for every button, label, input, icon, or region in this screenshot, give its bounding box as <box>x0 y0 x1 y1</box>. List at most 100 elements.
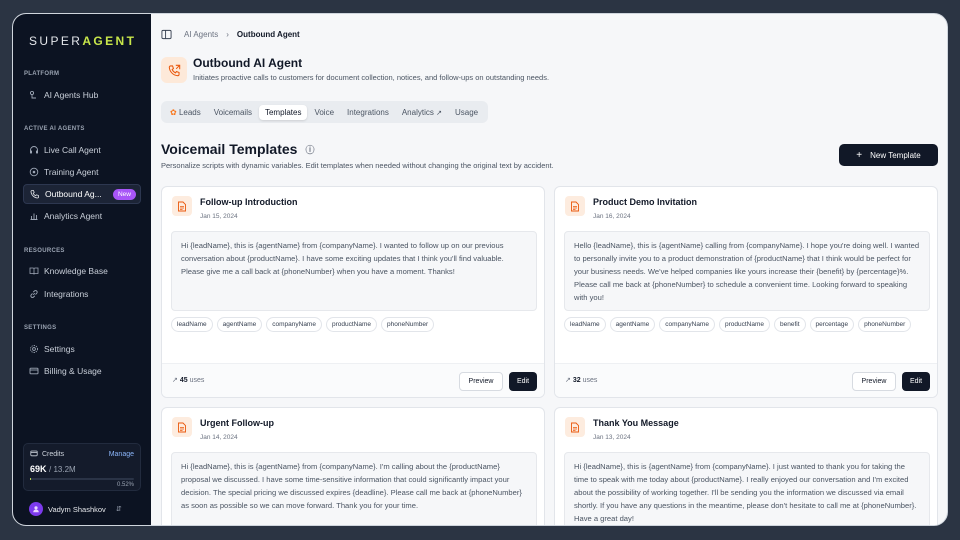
sidebar-item-live-call-agent[interactable]: Live Call Agent <box>23 140 141 160</box>
phone-outgoing-icon <box>161 57 187 83</box>
template-card: Product Demo Invitation Jan 16, 2024 Hel… <box>554 186 938 398</box>
external-link-icon: ↗ <box>436 109 442 117</box>
variable-chip: companyName <box>266 317 322 332</box>
chevron-right-icon: › <box>226 30 229 39</box>
sidebar-item-label: Training Agent <box>44 167 99 177</box>
preview-button[interactable]: Preview <box>459 372 503 391</box>
sidebar-item-label: Live Call Agent <box>44 145 101 155</box>
phone-outgoing-icon <box>30 189 40 199</box>
variable-chip: leadName <box>564 317 606 332</box>
document-icon <box>172 417 192 437</box>
app-window: SUPERAGENT PLATFORM AI Agents Hub ACTIVE… <box>12 13 948 526</box>
trending-up-icon: ↗ <box>172 377 178 384</box>
sidebar-item-settings[interactable]: Settings <box>23 339 141 359</box>
tab-analytics[interactable]: Analytics ↗ <box>396 105 448 120</box>
template-body: Hi {leadName}, this is {agentName} from … <box>171 452 537 525</box>
main-content: AI Agents › Outbound Agent Outbound AI A… <box>151 14 947 525</box>
usage-count: ↗ 32 uses <box>565 377 598 384</box>
gear-icon <box>29 344 39 354</box>
variable-chips: leadName agentName companyName productNa… <box>564 317 934 338</box>
brand-logo[interactable]: SUPERAGENT <box>29 34 136 48</box>
credits-progress <box>30 478 134 480</box>
plus-icon: + <box>856 149 863 161</box>
link-icon <box>29 289 39 299</box>
sidebar-item-outbound-agent[interactable]: Outbound Ag... New <box>23 184 141 204</box>
book-icon <box>29 266 39 276</box>
tab-voicemails[interactable]: Voicemails <box>208 105 258 120</box>
sidebar-item-label: Integrations <box>44 289 89 299</box>
agent-title: Outbound AI Agent <box>193 56 303 70</box>
variable-chip: companyName <box>659 317 715 332</box>
document-icon <box>565 196 585 216</box>
preview-button[interactable]: Preview <box>852 372 896 391</box>
new-template-button[interactable]: + New Template <box>839 144 938 166</box>
section-platform: PLATFORM <box>24 71 60 77</box>
tab-bar: ✿ Leads Voicemails Templates Voice Integ… <box>161 101 489 123</box>
sidebar-item-analytics-agent[interactable]: Analytics Agent <box>23 206 141 226</box>
variable-chip: leadName <box>171 317 213 332</box>
template-body: Hi {leadName}, this is {agentName} from … <box>171 231 537 311</box>
sidebar-item-training-agent[interactable]: Training Agent <box>23 162 141 182</box>
template-date: Jan 13, 2024 <box>593 434 631 441</box>
tab-templates[interactable]: Templates <box>258 104 308 120</box>
section-resources: RESOURCES <box>24 248 65 254</box>
tab-voice[interactable]: Voice <box>308 105 340 120</box>
manage-credits-link[interactable]: Manage <box>109 451 134 458</box>
section-settings: SETTINGS <box>24 325 57 331</box>
credits-label: Credits <box>42 450 65 458</box>
template-body: Hello {leadName}, this is {agentName} ca… <box>564 231 930 311</box>
page-title: Voicemail Templates ⓘ <box>161 141 315 157</box>
sidebar-item-ai-agents-hub[interactable]: AI Agents Hub <box>23 85 141 105</box>
template-title: Product Demo Invitation <box>593 197 698 207</box>
sidebar-item-integrations[interactable]: Integrations <box>23 284 141 304</box>
template-footer: ↗ 45 uses Preview Edit <box>162 363 544 397</box>
sidebar-item-billing-usage[interactable]: Billing & Usage <box>23 361 141 381</box>
user-menu[interactable]: Vadym Shashkov ⇵ <box>29 502 122 516</box>
credit-card-icon <box>29 366 39 376</box>
new-badge: New <box>112 188 136 200</box>
variable-chips: leadName agentName companyName productNa… <box>171 317 541 338</box>
agent-description: Initiates proactive calls to customers f… <box>193 73 550 82</box>
sidebar-item-label: Knowledge Base <box>44 266 108 276</box>
wallet-icon <box>30 449 38 459</box>
avatar <box>29 502 43 516</box>
bar-chart-icon <box>29 211 39 221</box>
credits-panel: Credits Manage 69K / 13.2M 0.52% <box>23 443 141 491</box>
headset-icon <box>29 145 39 155</box>
tab-usage[interactable]: Usage <box>449 105 484 120</box>
sidebar-item-label: Settings <box>44 344 75 354</box>
template-title: Thank You Message <box>593 418 679 428</box>
document-icon <box>172 196 192 216</box>
info-icon[interactable]: ⓘ <box>305 143 314 156</box>
template-card: Urgent Follow-up Jan 14, 2024 Hi {leadNa… <box>161 407 545 525</box>
variable-chip: productName <box>718 317 770 332</box>
section-active-agents: ACTIVE AI AGENTS <box>24 126 85 132</box>
variable-chip: phoneNumber <box>381 317 435 332</box>
agents-hub-icon <box>29 90 39 100</box>
variable-chip: agentName <box>609 317 656 332</box>
template-title: Follow-up Introduction <box>200 197 298 207</box>
edit-button[interactable]: Edit <box>902 372 930 391</box>
breadcrumb-ai-agents[interactable]: AI Agents <box>184 30 218 39</box>
variable-chip: phoneNumber <box>858 317 912 332</box>
tab-integrations[interactable]: Integrations <box>341 105 395 120</box>
sidebar-item-label: Billing & Usage <box>44 366 102 376</box>
sidebar-toggle-icon[interactable] <box>161 29 172 40</box>
variable-chip: agentName <box>216 317 263 332</box>
page-subtitle: Personalize scripts with dynamic variabl… <box>161 161 554 170</box>
usage-count: ↗ 45 uses <box>172 377 205 384</box>
document-icon <box>565 417 585 437</box>
template-date: Jan 15, 2024 <box>200 213 238 220</box>
training-icon <box>29 167 39 177</box>
template-card: Follow-up Introduction Jan 15, 2024 Hi {… <box>161 186 545 398</box>
sidebar-item-knowledge-base[interactable]: Knowledge Base <box>23 261 141 281</box>
template-card: Thank You Message Jan 13, 2024 Hi {leadN… <box>554 407 938 525</box>
variable-chip: productName <box>325 317 377 332</box>
breadcrumb: AI Agents › Outbound Agent <box>161 29 300 40</box>
variable-chip: benefit <box>774 317 806 332</box>
credits-progress-fill <box>30 478 32 480</box>
tab-leads[interactable]: ✿ Leads <box>164 105 207 120</box>
template-date: Jan 16, 2024 <box>593 213 631 220</box>
template-date: Jan 14, 2024 <box>200 434 238 441</box>
edit-button[interactable]: Edit <box>509 372 537 391</box>
